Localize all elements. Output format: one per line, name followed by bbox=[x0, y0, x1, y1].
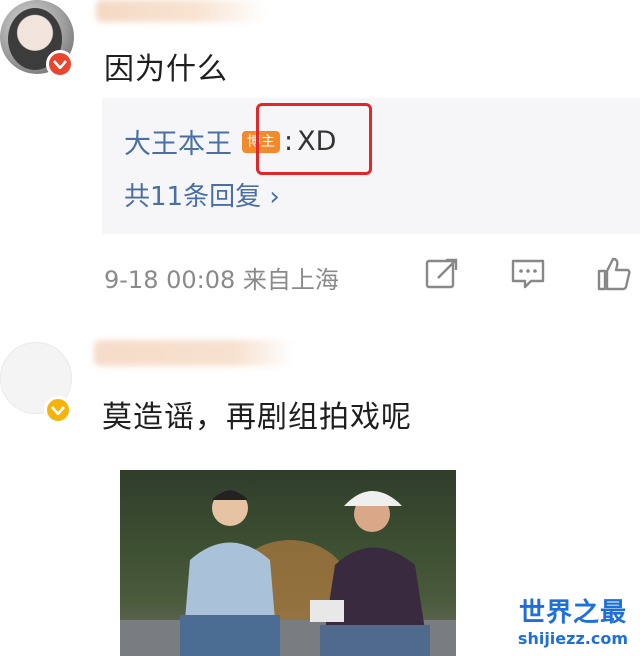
site-watermark: 世界之最 shijiezz.com bbox=[518, 592, 628, 648]
blurred-username[interactable] bbox=[96, 0, 266, 22]
comment-meta: 9-18 00:08 来自上海 bbox=[104, 266, 339, 294]
reply-count-link[interactable]: 共11条回复 › bbox=[124, 176, 280, 213]
share-icon[interactable] bbox=[424, 256, 460, 292]
reply-username[interactable]: 大王本王 bbox=[124, 122, 232, 161]
watermark-title: 世界之最 bbox=[518, 598, 627, 628]
watermark-url: shijiezz.com bbox=[517, 629, 628, 648]
highlight-box bbox=[256, 103, 372, 175]
comment-icon[interactable] bbox=[510, 256, 546, 292]
photo-illustration bbox=[120, 490, 456, 656]
comment-text: 因为什么 bbox=[104, 52, 228, 87]
attached-photo[interactable] bbox=[120, 470, 456, 656]
blurred-username[interactable] bbox=[94, 340, 294, 366]
verified-badge-icon bbox=[44, 396, 72, 424]
verified-badge-icon bbox=[46, 50, 74, 78]
like-icon[interactable] bbox=[596, 256, 632, 292]
comment-text: 莫造谣，再剧组拍戏呢 bbox=[102, 400, 412, 435]
